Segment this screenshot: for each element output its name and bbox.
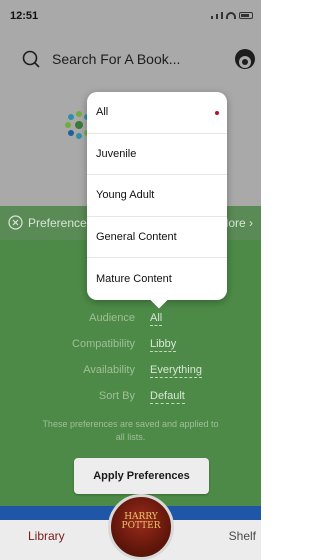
close-circle-icon[interactable] [8, 215, 23, 230]
book-cover[interactable]: HARRY POTTER [108, 494, 174, 560]
search-icon[interactable] [22, 50, 40, 68]
dropdown-option-mature-content[interactable]: Mature Content [87, 258, 227, 300]
status-bar: 12:51 [0, 0, 261, 36]
dropdown-option-general-content[interactable]: General Content [87, 217, 227, 259]
account-icon[interactable] [234, 48, 256, 70]
search-bar[interactable]: Search For A Book... [0, 36, 261, 88]
battery-icon [239, 12, 253, 19]
compatibility-label: Compatibility [72, 338, 135, 350]
dropdown-option-label: Young Adult [96, 189, 155, 202]
status-time: 12:51 [10, 10, 39, 22]
dropdown-option-label: Mature Content [96, 273, 172, 286]
selected-indicator-icon [215, 111, 219, 115]
wifi-icon [226, 12, 236, 19]
status-icons [211, 12, 253, 19]
audience-value[interactable]: All [150, 312, 163, 326]
dropdown-option-label: All [96, 106, 109, 119]
sort-by-value[interactable]: Default [150, 390, 185, 404]
audience-dropdown: All Juvenile Young Adult General Content… [87, 92, 227, 300]
shelf-tab[interactable]: Shelf [229, 529, 256, 543]
apply-preferences-button[interactable]: Apply Preferences [74, 458, 209, 494]
dropdown-option-label: Juvenile [96, 147, 137, 160]
book-cover-title: HARRY POTTER [121, 512, 161, 531]
audience-label: Audience [89, 312, 135, 324]
dropdown-option-young-adult[interactable]: Young Adult [87, 175, 227, 217]
chevron-right-icon: › [249, 216, 253, 230]
availability-value[interactable]: Everything [150, 364, 202, 378]
availability-label: Availability [83, 364, 135, 376]
dropdown-option-juvenile[interactable]: Juvenile [87, 134, 227, 176]
library-tab[interactable]: Library [28, 529, 65, 543]
signal-icon [221, 12, 223, 19]
search-input[interactable]: Search For A Book... [52, 51, 180, 67]
dropdown-option-label: General Content [96, 231, 177, 244]
signal-icon [216, 14, 218, 19]
sort-by-label: Sort By [98, 390, 135, 402]
compatibility-value[interactable]: Libby [150, 338, 177, 352]
preferences-tab[interactable]: Preferences [28, 216, 93, 230]
signal-icon [211, 16, 213, 19]
dropdown-option-all[interactable]: All [87, 92, 227, 134]
preferences-note: These preferences are saved and applied … [42, 419, 219, 442]
